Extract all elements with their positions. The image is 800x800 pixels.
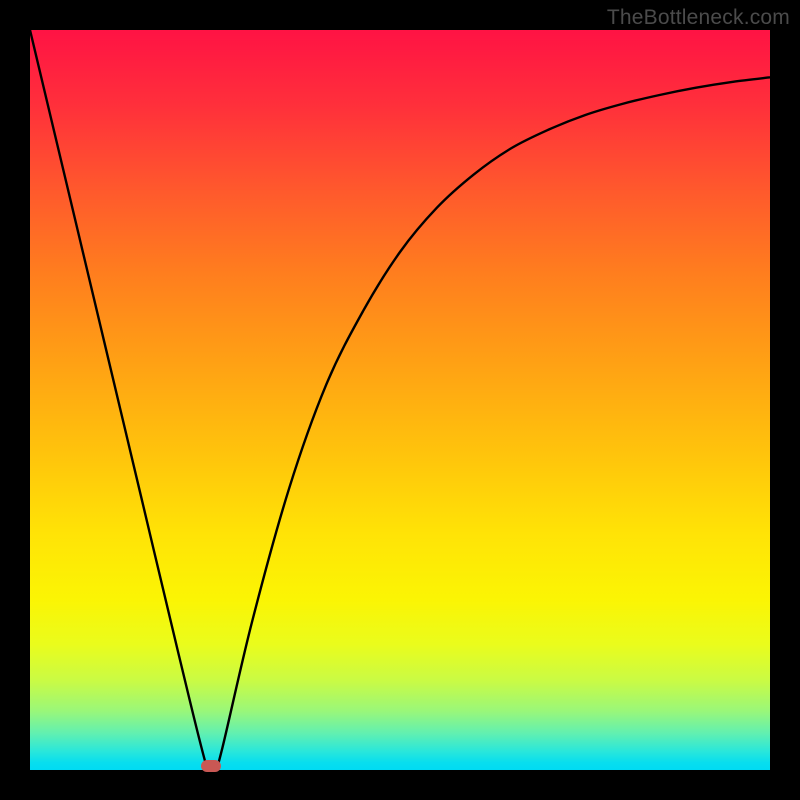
minimum-marker [201, 760, 221, 772]
chart-frame: TheBottleneck.com [0, 0, 800, 800]
watermark-text: TheBottleneck.com [607, 6, 790, 30]
bottleneck-curve-path [30, 30, 770, 780]
plot-area [30, 30, 770, 770]
curve-svg [30, 30, 770, 770]
